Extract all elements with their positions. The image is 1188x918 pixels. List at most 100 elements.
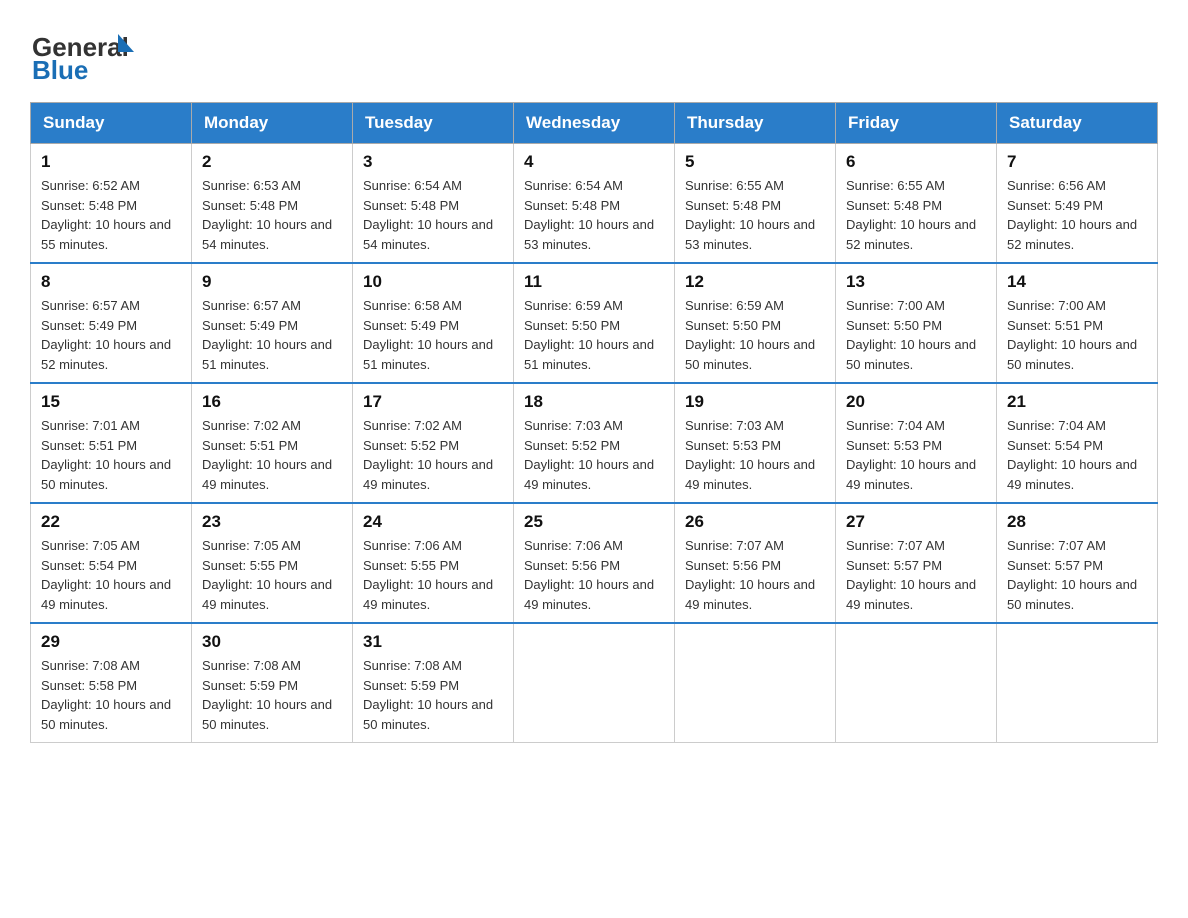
calendar-cell: 13Sunrise: 7:00 AMSunset: 5:50 PMDayligh… <box>836 263 997 383</box>
day-info: Sunrise: 7:08 AMSunset: 5:58 PMDaylight:… <box>41 656 181 734</box>
calendar-cell: 25Sunrise: 7:06 AMSunset: 5:56 PMDayligh… <box>514 503 675 623</box>
day-info: Sunrise: 6:58 AMSunset: 5:49 PMDaylight:… <box>363 296 503 374</box>
calendar-cell <box>514 623 675 743</box>
day-number: 18 <box>524 392 664 412</box>
header-wednesday: Wednesday <box>514 103 675 144</box>
day-info: Sunrise: 7:04 AMSunset: 5:54 PMDaylight:… <box>1007 416 1147 494</box>
calendar-cell: 23 Sunrise: 7:05 AMSunset: 5:55 PMDayligh… <box>192 503 353 623</box>
day-info: Sunrise: 7:03 AMSunset: 5:53 PMDaylight:… <box>685 416 825 494</box>
calendar-cell: 8 Sunrise: 6:57 AMSunset: 5:49 PMDaylight… <box>31 263 192 383</box>
calendar-cell: 14 Sunrise: 7:00 AMSunset: 5:51 PMDayligh… <box>997 263 1158 383</box>
calendar-cell: 9 Sunrise: 6:57 AMSunset: 5:49 PMDaylight… <box>192 263 353 383</box>
day-number: 20 <box>846 392 986 412</box>
calendar-header-row: SundayMondayTuesdayWednesdayThursdayFrid… <box>31 103 1158 144</box>
day-info: Sunrise: 6:59 AMSunset: 5:50 PMDaylight:… <box>685 296 825 374</box>
calendar-week-5: 29 Sunrise: 7:08 AMSunset: 5:58 PMDayligh… <box>31 623 1158 743</box>
day-number: 22 <box>41 512 181 532</box>
day-info: Sunrise: 7:00 AMSunset: 5:50 PMDaylight:… <box>846 296 986 374</box>
day-info: Sunrise: 6:56 AMSunset: 5:49 PMDaylight:… <box>1007 176 1147 254</box>
calendar-cell: 21Sunrise: 7:04 AMSunset: 5:54 PMDayligh… <box>997 383 1158 503</box>
calendar-cell: 2 Sunrise: 6:53 AMSunset: 5:48 PMDaylight… <box>192 144 353 264</box>
day-info: Sunrise: 7:01 AMSunset: 5:51 PMDaylight:… <box>41 416 181 494</box>
header-monday: Monday <box>192 103 353 144</box>
day-number: 26 <box>685 512 825 532</box>
day-number: 30 <box>202 632 342 652</box>
day-number: 3 <box>363 152 503 172</box>
day-info: Sunrise: 6:57 AMSunset: 5:49 PMDaylight:… <box>41 296 181 374</box>
day-info: Sunrise: 7:02 AMSunset: 5:51 PMDaylight:… <box>202 416 342 494</box>
day-number: 1 <box>41 152 181 172</box>
day-info: Sunrise: 7:07 AMSunset: 5:56 PMDaylight:… <box>685 536 825 614</box>
calendar-cell: 26 Sunrise: 7:07 AMSunset: 5:56 PMDayligh… <box>675 503 836 623</box>
calendar-cell: 17 Sunrise: 7:02 AMSunset: 5:52 PMDayligh… <box>353 383 514 503</box>
day-info: Sunrise: 7:02 AMSunset: 5:52 PMDaylight:… <box>363 416 503 494</box>
header-sunday: Sunday <box>31 103 192 144</box>
day-number: 31 <box>363 632 503 652</box>
day-info: Sunrise: 6:53 AMSunset: 5:48 PMDaylight:… <box>202 176 342 254</box>
calendar-cell: 4 Sunrise: 6:54 AMSunset: 5:48 PMDaylight… <box>514 144 675 264</box>
day-number: 6 <box>846 152 986 172</box>
calendar-cell: 10 Sunrise: 6:58 AMSunset: 5:49 PMDayligh… <box>353 263 514 383</box>
header-thursday: Thursday <box>675 103 836 144</box>
day-number: 17 <box>363 392 503 412</box>
day-info: Sunrise: 7:07 AMSunset: 5:57 PMDaylight:… <box>846 536 986 614</box>
day-number: 27 <box>846 512 986 532</box>
svg-text:Blue: Blue <box>32 55 88 84</box>
day-info: Sunrise: 7:00 AMSunset: 5:51 PMDaylight:… <box>1007 296 1147 374</box>
day-info: Sunrise: 7:05 AMSunset: 5:55 PMDaylight:… <box>202 536 342 614</box>
day-info: Sunrise: 6:54 AMSunset: 5:48 PMDaylight:… <box>524 176 664 254</box>
day-number: 7 <box>1007 152 1147 172</box>
day-number: 9 <box>202 272 342 292</box>
day-info: Sunrise: 6:52 AMSunset: 5:48 PMDaylight:… <box>41 176 181 254</box>
day-number: 14 <box>1007 272 1147 292</box>
calendar-cell: 1 Sunrise: 6:52 AMSunset: 5:48 PMDaylight… <box>31 144 192 264</box>
day-number: 29 <box>41 632 181 652</box>
page-header: General Blue <box>30 24 1158 84</box>
calendar-cell: 28Sunrise: 7:07 AMSunset: 5:57 PMDayligh… <box>997 503 1158 623</box>
calendar-week-2: 8 Sunrise: 6:57 AMSunset: 5:49 PMDaylight… <box>31 263 1158 383</box>
day-number: 24 <box>363 512 503 532</box>
calendar-week-3: 15 Sunrise: 7:01 AMSunset: 5:51 PMDayligh… <box>31 383 1158 503</box>
day-info: Sunrise: 7:06 AMSunset: 5:56 PMDaylight:… <box>524 536 664 614</box>
day-info: Sunrise: 6:55 AMSunset: 5:48 PMDaylight:… <box>685 176 825 254</box>
calendar-cell: 16 Sunrise: 7:02 AMSunset: 5:51 PMDayligh… <box>192 383 353 503</box>
calendar-week-1: 1 Sunrise: 6:52 AMSunset: 5:48 PMDaylight… <box>31 144 1158 264</box>
day-number: 19 <box>685 392 825 412</box>
day-number: 4 <box>524 152 664 172</box>
day-number: 8 <box>41 272 181 292</box>
day-info: Sunrise: 7:08 AMSunset: 5:59 PMDaylight:… <box>363 656 503 734</box>
calendar-cell <box>675 623 836 743</box>
day-info: Sunrise: 7:08 AMSunset: 5:59 PMDaylight:… <box>202 656 342 734</box>
calendar-cell: 27 Sunrise: 7:07 AMSunset: 5:57 PMDayligh… <box>836 503 997 623</box>
calendar-cell: 3Sunrise: 6:54 AMSunset: 5:48 PMDaylight… <box>353 144 514 264</box>
day-info: Sunrise: 7:06 AMSunset: 5:55 PMDaylight:… <box>363 536 503 614</box>
calendar-cell: 7 Sunrise: 6:56 AMSunset: 5:49 PMDaylight… <box>997 144 1158 264</box>
day-info: Sunrise: 6:59 AMSunset: 5:50 PMDaylight:… <box>524 296 664 374</box>
day-number: 2 <box>202 152 342 172</box>
day-number: 15 <box>41 392 181 412</box>
logo: General Blue <box>30 24 140 84</box>
day-number: 16 <box>202 392 342 412</box>
calendar-cell: 18 Sunrise: 7:03 AMSunset: 5:52 PMDayligh… <box>514 383 675 503</box>
day-info: Sunrise: 7:05 AMSunset: 5:54 PMDaylight:… <box>41 536 181 614</box>
day-info: Sunrise: 6:55 AMSunset: 5:48 PMDaylight:… <box>846 176 986 254</box>
calendar-cell: 19 Sunrise: 7:03 AMSunset: 5:53 PMDayligh… <box>675 383 836 503</box>
day-number: 10 <box>363 272 503 292</box>
header-tuesday: Tuesday <box>353 103 514 144</box>
logo-svg: General Blue <box>30 24 140 84</box>
calendar-week-4: 22 Sunrise: 7:05 AMSunset: 5:54 PMDayligh… <box>31 503 1158 623</box>
calendar-cell: 15 Sunrise: 7:01 AMSunset: 5:51 PMDayligh… <box>31 383 192 503</box>
day-info: Sunrise: 7:03 AMSunset: 5:52 PMDaylight:… <box>524 416 664 494</box>
calendar-table: SundayMondayTuesdayWednesdayThursdayFrid… <box>30 102 1158 743</box>
day-info: Sunrise: 7:07 AMSunset: 5:57 PMDaylight:… <box>1007 536 1147 614</box>
day-number: 23 <box>202 512 342 532</box>
day-number: 5 <box>685 152 825 172</box>
day-number: 12 <box>685 272 825 292</box>
day-info: Sunrise: 6:57 AMSunset: 5:49 PMDaylight:… <box>202 296 342 374</box>
calendar-cell: 24 Sunrise: 7:06 AMSunset: 5:55 PMDayligh… <box>353 503 514 623</box>
calendar-cell: 6 Sunrise: 6:55 AMSunset: 5:48 PMDaylight… <box>836 144 997 264</box>
day-number: 11 <box>524 272 664 292</box>
calendar-cell <box>997 623 1158 743</box>
calendar-cell: 22 Sunrise: 7:05 AMSunset: 5:54 PMDayligh… <box>31 503 192 623</box>
header-friday: Friday <box>836 103 997 144</box>
